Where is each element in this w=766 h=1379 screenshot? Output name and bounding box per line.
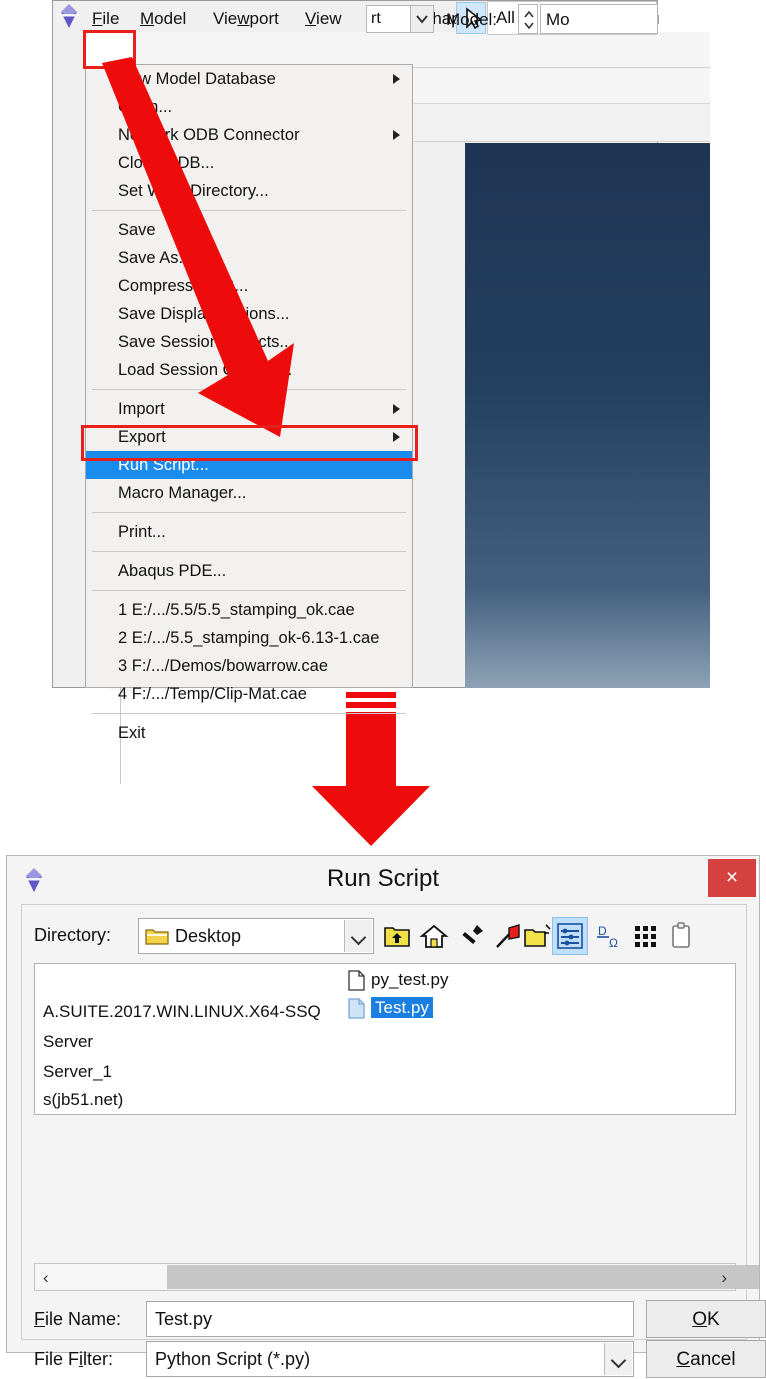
submenu-arrow-icon — [393, 130, 400, 140]
list-item[interactable]: s(jb51.net) — [43, 1090, 123, 1110]
file-list[interactable]: A.SUITE.2017.WIN.LINUX.X64-SSQ Server Se… — [34, 963, 736, 1115]
directory-label: Directory: — [34, 925, 111, 946]
file-filter-combo[interactable]: Python Script (*.py) — [146, 1341, 634, 1377]
model-label: Model: — [446, 10, 497, 30]
menu-root-model[interactable]: Model — [140, 5, 186, 32]
menu-separator — [92, 590, 406, 591]
detail-view-icon[interactable]: D Ω — [594, 921, 624, 951]
menu-item-recent-4[interactable]: 4 F:/.../Temp/Clip-Mat.cae — [86, 680, 412, 708]
graphics-viewport[interactable] — [465, 143, 710, 688]
folder-icon — [145, 927, 169, 946]
file-icon — [348, 970, 365, 991]
list-item[interactable]: Server_1 — [43, 1062, 112, 1082]
hammer-icon[interactable] — [456, 921, 486, 951]
module-combo[interactable]: rt — [366, 5, 434, 33]
menu-item-label: Exit — [118, 724, 146, 742]
menu-item-recent-3[interactable]: 3 F:/.../Demos/bowarrow.cae — [86, 652, 412, 680]
submenu-arrow-icon — [393, 404, 400, 414]
scroll-left-icon[interactable]: ‹ — [43, 1268, 49, 1288]
menu-item-label: 3 F:/.../Demos/bowarrow.cae — [118, 657, 328, 675]
directory-row: Directory: Desktop — [22, 913, 746, 959]
dialog-title: Run Script — [7, 865, 759, 893]
list-item[interactable]: A.SUITE.2017.WIN.LINUX.X64-SSQ — [43, 1002, 321, 1022]
menu-item-label: 2 E:/.../5.5_stamping_ok-6.13-1.cae — [118, 629, 379, 647]
menu-item-abaqus-pde[interactable]: Abaqus PDE... — [86, 557, 412, 585]
horizontal-scrollbar[interactable]: ‹ › — [34, 1263, 736, 1291]
menu-item-label: 4 F:/.../Temp/Clip-Mat.cae — [118, 685, 307, 703]
menu-separator — [92, 551, 406, 552]
list-item[interactable]: Server — [43, 1032, 93, 1052]
abaqus-logo-icon — [56, 2, 82, 30]
module-value: rt — [371, 10, 381, 28]
file-name-input[interactable]: Test.py — [146, 1301, 634, 1337]
menu-item-run-script[interactable]: Run Script... — [86, 451, 412, 479]
menu-item-label: Abaqus PDE... — [118, 562, 226, 580]
list-view-icon[interactable] — [555, 921, 585, 951]
svg-text:Ω: Ω — [609, 936, 618, 950]
directory-combo[interactable]: Desktop — [138, 918, 374, 954]
menu-item-recent-1[interactable]: 1 E:/.../5.5/5.5_stamping_ok.cae — [86, 596, 412, 624]
menu-root-view[interactable]: View — [305, 5, 342, 32]
chevron-down-icon[interactable] — [344, 920, 372, 952]
menu-separator — [92, 713, 406, 714]
scroll-right-icon[interactable]: › — [721, 1268, 727, 1288]
file-name-value: Test.py — [155, 1309, 212, 1330]
flag-icon[interactable] — [493, 921, 523, 951]
menu-item-print[interactable]: Print... — [86, 518, 412, 546]
list-item[interactable]: py_test.py — [371, 970, 449, 990]
clipboard-icon[interactable] — [666, 921, 696, 951]
menu-separator — [92, 512, 406, 513]
svg-text:D: D — [598, 924, 607, 938]
selection-scope-value: All — [496, 8, 515, 28]
directory-value: Desktop — [175, 926, 241, 947]
red-arrow-icon — [80, 55, 350, 455]
file-name-label: File Name: — [34, 1309, 121, 1330]
cancel-button[interactable]: Cancel — [646, 1340, 766, 1378]
chevron-down-icon[interactable] — [604, 1343, 632, 1375]
scrollbar-thumb[interactable] — [167, 1265, 759, 1289]
menu-root-viewport[interactable]: Viewport — [213, 5, 279, 32]
menu-item-label: Macro Manager... — [118, 484, 246, 502]
run-script-dialog: Run Script × Directory: Desktop — [6, 855, 760, 1353]
file-icon — [348, 998, 365, 1019]
model-value-field[interactable]: Mo — [540, 4, 658, 34]
list-item-selected[interactable]: Test.py — [371, 998, 433, 1018]
menu-item-label: 1 E:/.../5.5/5.5_stamping_ok.cae — [118, 601, 355, 619]
menu-item-label: Print... — [118, 523, 166, 541]
menu-item-recent-2[interactable]: 2 E:/.../5.5_stamping_ok-6.13-1.cae — [86, 624, 412, 652]
chevron-down-icon[interactable] — [410, 6, 433, 32]
menu-item-label: Run Script... — [118, 456, 209, 474]
menu-item-macro-manager[interactable]: Macro Manager... — [86, 479, 412, 507]
model-spinner[interactable] — [518, 4, 538, 34]
model-value: Mo — [546, 10, 570, 30]
list-item-label: Test.py — [371, 997, 433, 1018]
dialog-body: Directory: Desktop — [21, 904, 747, 1340]
menu-item-exit[interactable]: Exit — [86, 719, 412, 747]
menu-root-file[interactable]: File — [92, 5, 119, 32]
submenu-arrow-icon — [393, 432, 400, 442]
grid-view-icon[interactable] — [631, 921, 661, 951]
up-folder-icon[interactable] — [382, 921, 412, 951]
spinner-arrows-icon — [519, 5, 539, 35]
dialog-title-bar: Run Script × — [7, 856, 759, 904]
new-folder-icon[interactable] — [522, 921, 552, 951]
close-icon[interactable]: × — [708, 859, 756, 897]
home-icon[interactable] — [419, 921, 449, 951]
ok-button[interactable]: OK — [646, 1300, 766, 1338]
submenu-arrow-icon — [393, 74, 400, 84]
